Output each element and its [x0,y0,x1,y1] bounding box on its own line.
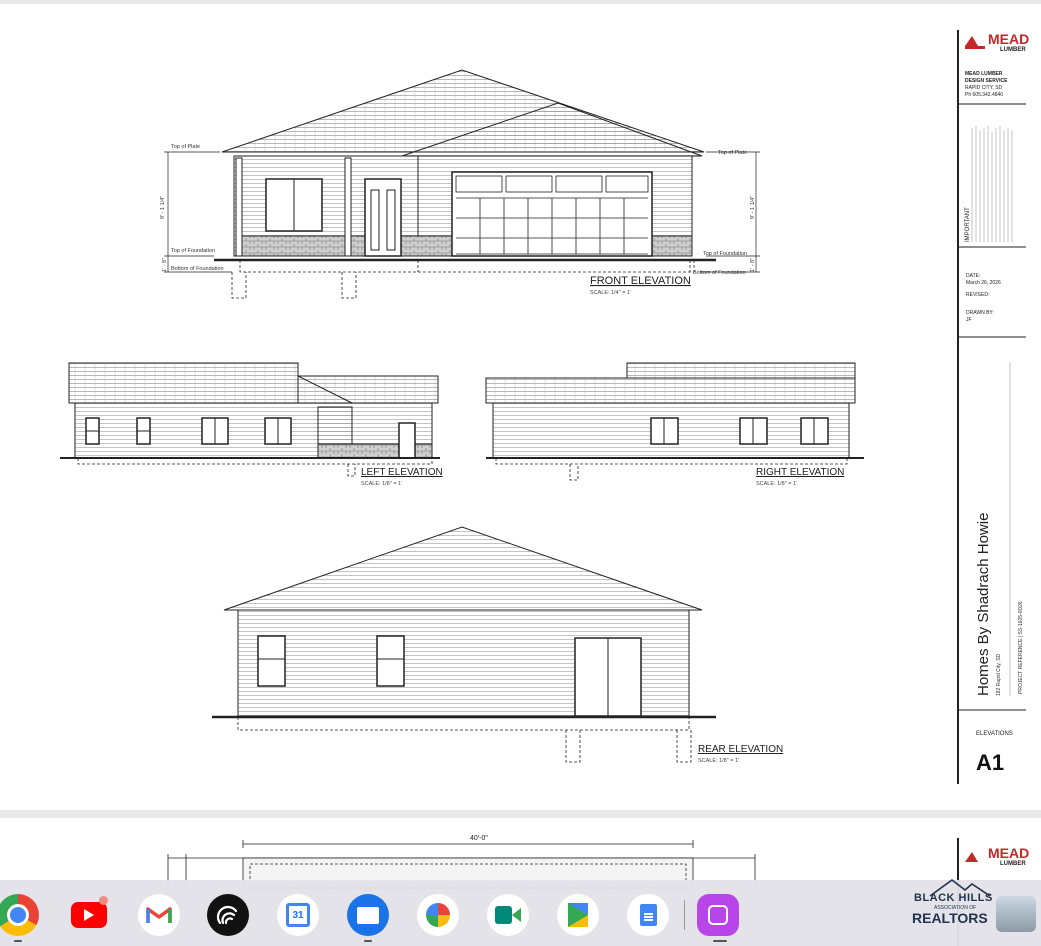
wall-height-right-dim: 9' - 1 1/4" [750,196,756,219]
mead-logo-icon [965,36,978,46]
rear-elevation-title: REAR ELEVATION [698,744,783,755]
brand-name: MEAD [988,31,1029,47]
taskbar-app-photos[interactable] [417,894,459,936]
overall-width-dim: 40'-0" [470,835,488,842]
right-elevation-scale: SCALE: 1/8" = 1' [756,481,797,487]
revised-label: REVISED: [966,292,989,298]
left-elevation [60,362,440,477]
date-label: DATE: [966,273,980,279]
gallery-running-indicator [713,940,727,942]
front-elevation-title: FRONT ELEVATION [590,275,691,287]
brand-name-page-2: MEAD [988,845,1029,861]
project-address: 182 Rapid City, SD [996,653,1002,696]
top-of-plate-left-note: Top of Plate [171,144,200,150]
files-icon [357,906,379,924]
front-elevation [164,69,760,299]
company-line-1: MEAD LUMBER [965,71,1003,77]
house-thumbnail [996,896,1036,932]
elevations-drawing: Top of Plate Top of Plate Top of Foundat… [60,30,1029,784]
top-of-plate-right-note: Top of Plate [718,150,747,156]
company-line-3: RAPID CITY, SD [965,85,1003,91]
taskbar-app-calendar[interactable]: 31 [277,894,319,936]
rear-elevation [212,526,716,763]
brand-sub-page-2: LUMBER [1000,861,1026,867]
taskbar-app-gmail[interactable] [138,894,180,936]
taskbar-app-meet[interactable] [487,894,529,936]
front-elevation-scale: SCALE: 1/4" = 1' [590,290,631,296]
bottom-of-foundation-right-note: Bottom of Foundation [693,270,746,276]
company-line-4: Ph 605.342.4840 [965,92,1003,98]
date-value: March 26, 2026 [966,280,1001,286]
foundation-height-left-dim: 1' - 8" [162,258,168,272]
drawn-by-value: JF [966,317,972,323]
taskbar-app-gallery[interactable] [697,894,739,936]
gallery-icon [708,905,728,925]
important-label: IMPORTANT [965,207,971,242]
meet-icon [495,906,521,924]
left-elevation-scale: SCALE: 1/8" = 1' [361,481,402,487]
taskbar-app-docs[interactable] [627,894,669,936]
taskbar-app-youtube[interactable] [68,894,110,936]
files-running-indicator [364,940,372,942]
right-elevation-title: RIGHT ELEVATION [756,467,844,478]
rear-elevation-scale: SCALE: 1/8" = 1' [698,758,739,764]
taskbar-app-signal[interactable] [207,894,249,936]
chrome-icon [7,904,29,926]
title-block [957,30,1026,784]
taskbar-divider [684,900,685,930]
brand-sub: LUMBER [1000,47,1026,53]
left-elevation-title: LEFT ELEVATION [361,467,443,478]
calendar-icon: 31 [286,903,310,927]
wall-height-left-dim: 9' - 1 1/4" [160,196,166,219]
top-of-foundation-left-note: Top of Foundation [171,248,215,254]
bottom-of-foundation-left-note: Bottom of Foundation [171,266,224,272]
notification-badge [99,896,108,905]
top-of-foundation-right-note: Top of Foundation [703,251,747,257]
realtors-watermark: BLACK HILLS ASSOCIATION OF REALTORS [910,878,1010,928]
photos-icon [426,903,450,927]
right-elevation [485,362,864,481]
project-reference: PROJECT REFERENCE | SS-1605-0D26 [1018,601,1024,694]
gmail-icon [146,907,172,923]
company-line-2: DESIGN SERVICE [965,78,1008,84]
mead-logo-icon-page-2 [965,852,978,862]
sheet-label: ELEVATIONS [976,731,1013,737]
chrome-running-indicator [14,940,22,942]
signal-icon [216,905,238,925]
watermark-line-3: REALTORS [912,910,988,926]
drawing-sheet-page-1: Top of Plate Top of Plate Top of Foundat… [0,4,1041,810]
sheet-number: A1 [976,750,1004,775]
drawn-by-label: DRAWN BY: [966,310,994,316]
taskbar-app-files[interactable] [347,894,389,936]
foundation-height-right-dim: 1' - 8" [750,258,756,272]
play-store-icon [568,903,588,927]
taskbar-app-play-store[interactable] [557,894,599,936]
watermark-line-1: BLACK HILLS [914,892,993,904]
project-title: Homes By Shadrach Howie [975,513,992,696]
youtube-icon [71,902,107,928]
docs-icon [639,904,657,926]
